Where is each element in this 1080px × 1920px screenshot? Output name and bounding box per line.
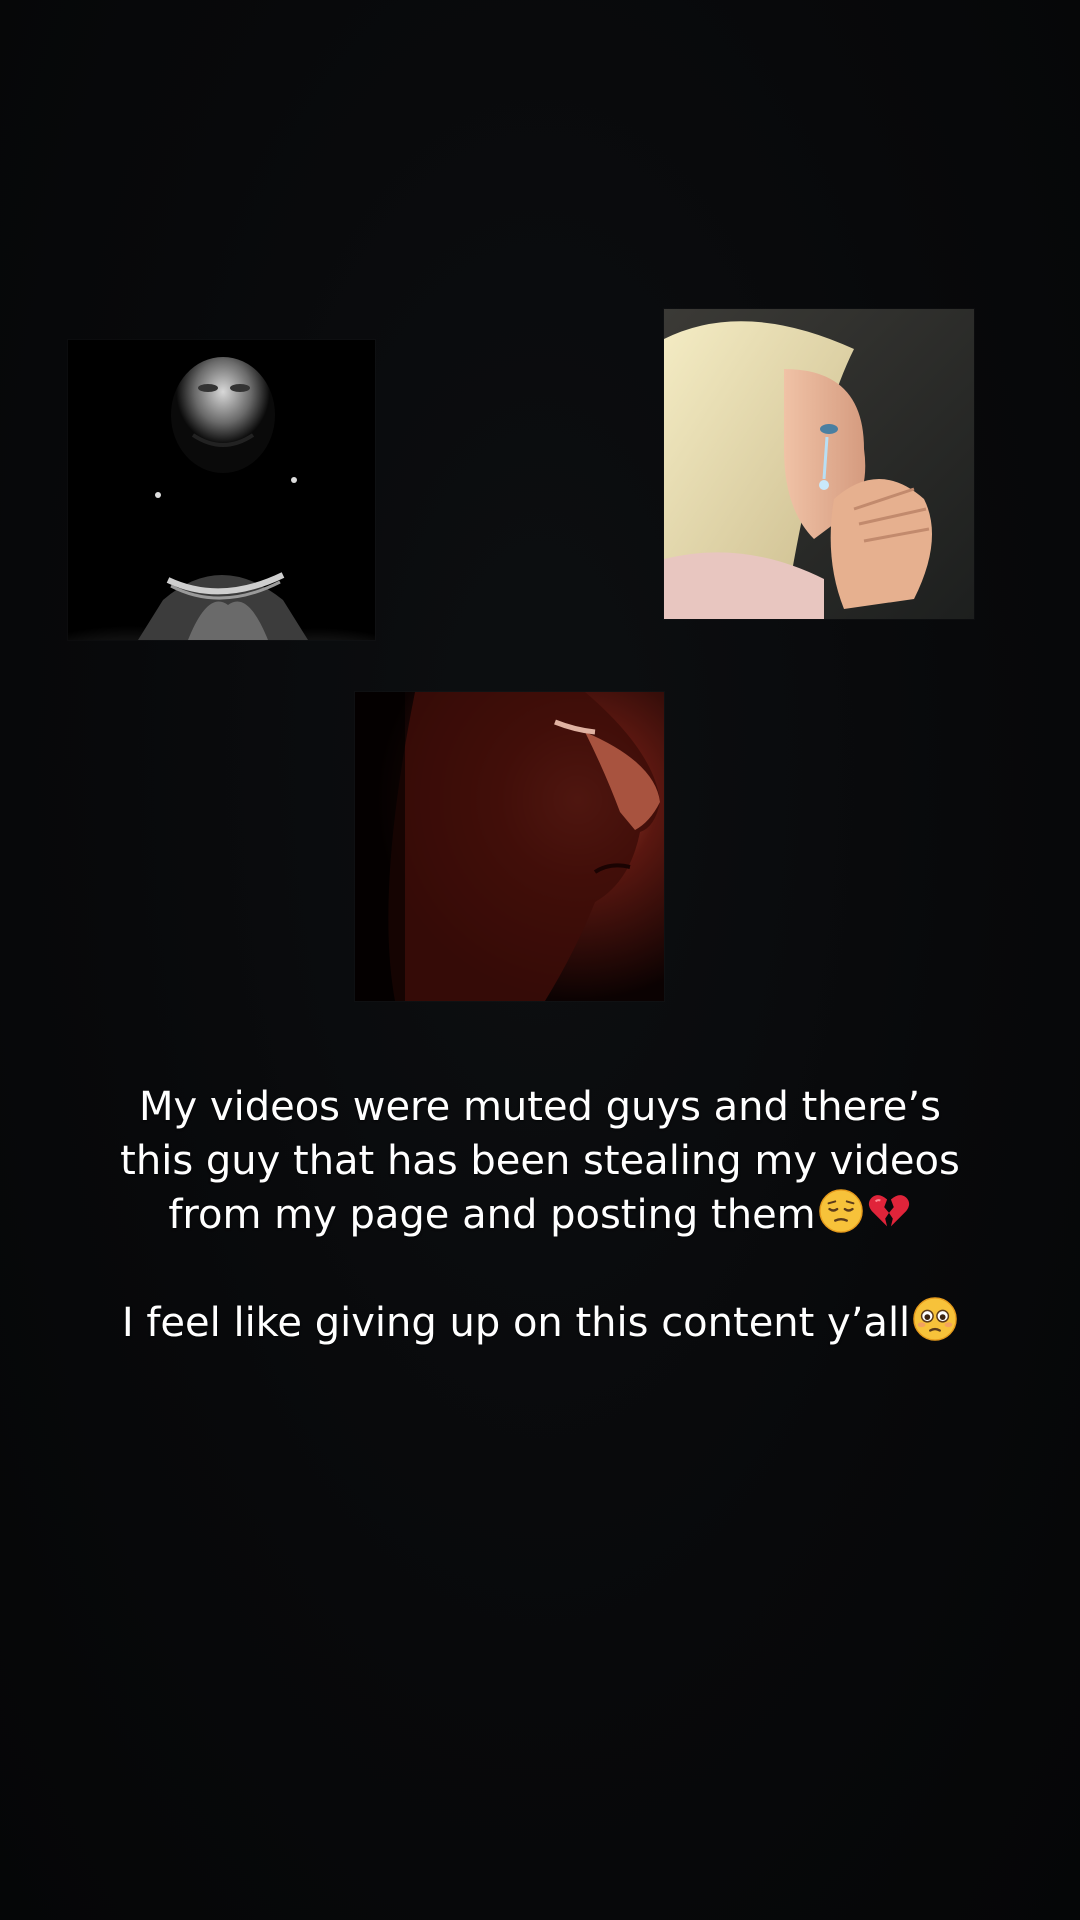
crying-doll-image: [664, 309, 974, 619]
man-looking-up-image: [68, 340, 375, 640]
caption-paragraph-2: I feel like giving up on this content y’…: [120, 1296, 960, 1350]
grayscale-man-photo: [68, 340, 375, 640]
flushed-pleading-face-emoji: [912, 1296, 958, 1342]
caption-paragraph-1: My videos were muted guys and there’s th…: [120, 1080, 960, 1242]
red-lit-face-photo: [355, 692, 664, 1001]
video-caption: My videos were muted guys and there’s th…: [120, 1080, 960, 1350]
crying-doll-photo: [664, 309, 974, 619]
broken-heart-emoji: [866, 1188, 912, 1234]
caption-text-2: I feel like giving up on this content y’…: [121, 1300, 911, 1346]
video-frame: My videos were muted guys and there’s th…: [0, 0, 1080, 1920]
man-profile-image: [355, 692, 664, 1001]
pensive-face-emoji: [818, 1188, 864, 1234]
